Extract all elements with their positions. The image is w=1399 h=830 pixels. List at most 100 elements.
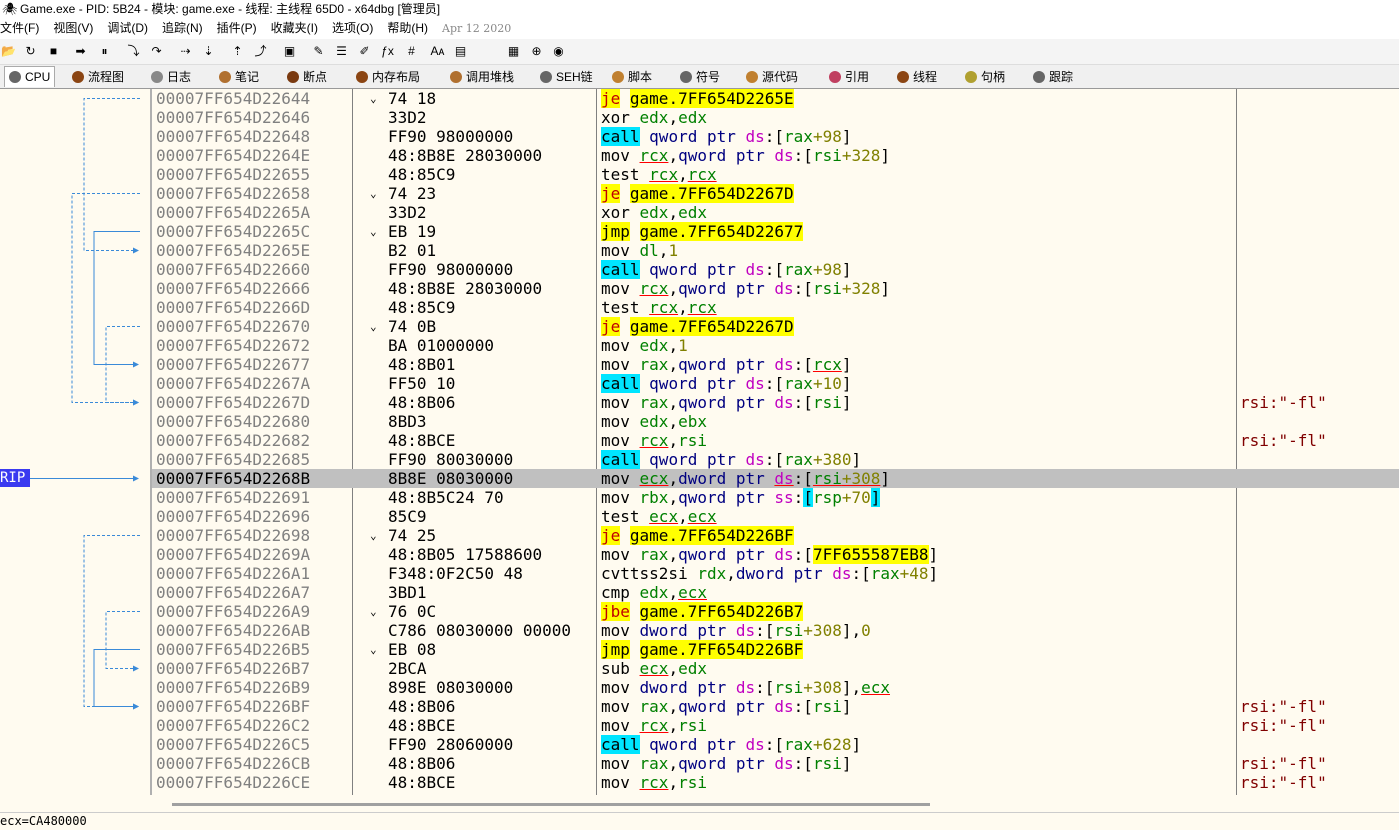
disasm-row[interactable]: 00007FF654D2264E 48:8B8E 28030000 mov rcx,… xyxy=(152,146,1399,165)
patch-icon[interactable]: ▣ xyxy=(281,43,298,60)
tab-notes[interactable]: 笔记 xyxy=(215,67,263,87)
step-over-icon[interactable]: ↷ xyxy=(148,43,165,60)
step-into-icon[interactable]: ⤵ xyxy=(125,43,142,60)
tab-references[interactable]: 引用 xyxy=(825,67,873,87)
address-cell: 00007FF654D22648 xyxy=(156,127,311,146)
disasm-row[interactable]: 00007FF654D22680 8BD3 mov edx,ebx xyxy=(152,412,1399,431)
disasm-row[interactable]: 00007FF654D22666 48:8B8E 28030000 mov rcx,… xyxy=(152,279,1399,298)
disasm-row[interactable]: 00007FF654D226C5 FF90 28060000 call qword … xyxy=(152,735,1399,754)
disasm-row[interactable]: 00007FF654D226B5 ⌄ EB 08 jmp game.7FF654D22… xyxy=(152,640,1399,659)
disasm-row[interactable]: 00007FF654D2267D 48:8B06 mov rax,qword ptr… xyxy=(152,393,1399,412)
disasm-row[interactable]: 00007FF654D22691 48:8B5C24 70 mov rbx,qwor… xyxy=(152,488,1399,507)
jump-chevron-icon[interactable]: ⌄ xyxy=(370,526,377,545)
disasm-row[interactable]: 00007FF654D2269A 48:8B05 17588600 mov rax,… xyxy=(152,545,1399,564)
pause-icon[interactable]: ⏸ xyxy=(96,43,113,60)
trace-into-icon[interactable]: ⇢ xyxy=(177,43,194,60)
menu-item-0[interactable]: 文件(F) xyxy=(0,21,39,35)
tab-cpu[interactable]: CPU xyxy=(4,66,56,87)
hash-icon[interactable]: ▤ xyxy=(452,43,469,60)
scrollbar-thumb[interactable] xyxy=(172,803,930,806)
tab-script[interactable]: 脚本 xyxy=(608,67,656,87)
tab-breakpoint[interactable]: 断点 xyxy=(283,67,331,87)
tab-threads[interactable]: 线程 xyxy=(893,67,941,87)
disasm-row[interactable]: 00007FF654D226AB C786 08030000 00000 mov d… xyxy=(152,621,1399,640)
function-icon[interactable]: ƒx xyxy=(379,43,396,60)
menu-item-4[interactable]: 插件(P) xyxy=(217,21,257,35)
disasm-row[interactable]: 00007FF654D2265C ⌄ EB 19 jmp game.7FF654D22… xyxy=(152,222,1399,241)
disasm-row[interactable]: 00007FF654D22682 48:8BCE mov rcx,rsi rsi:"-… xyxy=(152,431,1399,450)
disasm-row[interactable]: 00007FF654D226A1 F348:0F2C50 48 cvttss2si … xyxy=(152,564,1399,583)
bytes-cell: 2BCA xyxy=(388,659,427,678)
tab-seh[interactable]: SEH链 xyxy=(536,67,597,87)
disasm-row[interactable]: 00007FF654D226A9 ⌄ 76 0C jbe game.7FF654D22… xyxy=(152,602,1399,621)
notes-icon xyxy=(219,71,231,83)
bookmark-icon[interactable]: ✐ xyxy=(356,43,373,60)
restart-icon[interactable]: ↻ xyxy=(22,43,39,60)
strings-icon[interactable]: Aᴀ xyxy=(429,43,446,60)
disasm-row[interactable]: 00007FF654D2265E B2 01 mov dl,1 xyxy=(152,241,1399,260)
disasm-row[interactable]: 00007FF654D2265A 33D2 xor edx,edx xyxy=(152,203,1399,222)
disasm-row[interactable]: 00007FF654D22670 ⌄ 74 0B je game.7FF654D226… xyxy=(152,317,1399,336)
log-icon[interactable]: ◉ xyxy=(550,43,567,60)
open-icon[interactable]: 📂 xyxy=(0,43,17,60)
disasm-row[interactable]: 00007FF654D22644 ⌄ 74 18 je game.7FF654D226… xyxy=(152,89,1399,108)
jump-chevron-icon[interactable]: ⌄ xyxy=(370,602,377,621)
tab-call-stack[interactable]: 调用堆栈 xyxy=(446,67,518,87)
tab-memory-map[interactable]: 内存布局 xyxy=(352,67,424,87)
tab-graph[interactable]: 流程图 xyxy=(68,67,128,87)
jump-chevron-icon[interactable]: ⌄ xyxy=(370,89,377,108)
disasm-row[interactable]: 00007FF654D22655 48:85C9 test rcx,rcx xyxy=(152,165,1399,184)
jump-chevron-icon[interactable]: ⌄ xyxy=(370,222,377,241)
disasm-row[interactable]: 00007FF654D22658 ⌄ 74 23 je game.7FF654D226… xyxy=(152,184,1399,203)
jump-chevron-icon[interactable]: ⌄ xyxy=(370,640,377,659)
disasm-row[interactable]: 00007FF654D22698 ⌄ 74 25 je game.7FF654D226… xyxy=(152,526,1399,545)
menu-item-2[interactable]: 调试(D) xyxy=(107,21,148,35)
menu-item-5[interactable]: 收藏夹(I) xyxy=(271,21,318,35)
disasm-row[interactable]: 00007FF654D2267A FF50 10 call qword ptr ds… xyxy=(152,374,1399,393)
trace-over-icon[interactable]: ⇣ xyxy=(200,43,217,60)
disasm-row[interactable]: 00007FF654D22648 FF90 98000000 call qword … xyxy=(152,127,1399,146)
highlight-icon[interactable]: # xyxy=(403,43,420,60)
tab-trace[interactable]: 跟踪 xyxy=(1029,67,1077,87)
tab-log[interactable]: 日志 xyxy=(147,67,195,87)
calculator-icon[interactable]: ⊕ xyxy=(528,43,545,60)
disassembly-view[interactable]: 00007FF654D22644 ⌄ 74 18 je game.7FF654D226… xyxy=(152,89,1399,795)
horizontal-scrollbar[interactable] xyxy=(152,795,1399,812)
menu-item-7[interactable]: 帮助(H) xyxy=(387,21,428,35)
disasm-row[interactable]: 00007FF654D226CE 48:8BCE mov rcx,rsi rsi:"-… xyxy=(152,773,1399,792)
disasm-row[interactable]: 00007FF654D22677 48:8B01 mov rax,qword ptr… xyxy=(152,355,1399,374)
instruction-token: cvttss2si xyxy=(601,564,698,583)
disasm-row[interactable]: 00007FF654D226CB 48:8B06 mov rax,qword ptr… xyxy=(152,754,1399,773)
disasm-row[interactable]: 00007FF654D2266D 48:85C9 test rcx,rcx xyxy=(152,298,1399,317)
instruction-token: +628 xyxy=(812,735,852,754)
tab-handles[interactable]: 句柄 xyxy=(961,67,1009,87)
disasm-row[interactable]: 00007FF654D226A7 3BD1 cmp edx,ecx xyxy=(152,583,1399,602)
disasm-row[interactable]: 00007FF654D226BF 48:8B06 mov rax,qword ptr… xyxy=(152,697,1399,716)
instruction-token: ], xyxy=(841,621,862,640)
comment-icon[interactable]: ✎ xyxy=(310,43,327,60)
execute-till-return-icon[interactable]: ⇡ xyxy=(229,43,246,60)
label-icon[interactable]: ☰ xyxy=(333,43,350,60)
menu-item-6[interactable]: 选项(O) xyxy=(332,21,373,35)
run-to-user-code-icon[interactable]: ⤴ xyxy=(252,43,269,60)
disasm-row[interactable]: 00007FF654D2268B 8B8E 08030000 mov ecx,dwo… xyxy=(152,469,1399,488)
run-icon[interactable]: ➡ xyxy=(72,43,89,60)
tab-symbols[interactable]: 符号 xyxy=(676,67,724,87)
jump-chevron-icon[interactable]: ⌄ xyxy=(370,317,377,336)
disasm-row[interactable]: 00007FF654D22660 FF90 98000000 call qword … xyxy=(152,260,1399,279)
tab-source[interactable]: 源代码 xyxy=(742,67,802,87)
menu-item-1[interactable]: 视图(V) xyxy=(53,21,93,35)
instruction-cell: mov rax,qword ptr ds:[rsi] xyxy=(601,754,851,773)
jump-chevron-icon[interactable]: ⌄ xyxy=(370,184,377,203)
instruction-token: 1 xyxy=(678,336,688,355)
menu-item-3[interactable]: 追踪(N) xyxy=(162,21,203,35)
disasm-row[interactable]: 00007FF654D22646 33D2 xor edx,edx xyxy=(152,108,1399,127)
disasm-row[interactable]: 00007FF654D226B7 2BCA sub ecx,edx xyxy=(152,659,1399,678)
disasm-row[interactable]: 00007FF654D226C2 48:8BCE mov rcx,rsi rsi:"-… xyxy=(152,716,1399,735)
disasm-row[interactable]: 00007FF654D22672 BA 01000000 mov edx,1 xyxy=(152,336,1399,355)
disasm-row[interactable]: 00007FF654D226B9 898E 08030000 mov dword p… xyxy=(152,678,1399,697)
stop-icon[interactable]: ■ xyxy=(45,43,62,60)
disasm-row[interactable]: 00007FF654D22696 85C9 test ecx,ecx xyxy=(152,507,1399,526)
font-icon[interactable]: ▦ xyxy=(505,43,522,60)
disasm-row[interactable]: 00007FF654D22685 FF90 80030000 call qword … xyxy=(152,450,1399,469)
